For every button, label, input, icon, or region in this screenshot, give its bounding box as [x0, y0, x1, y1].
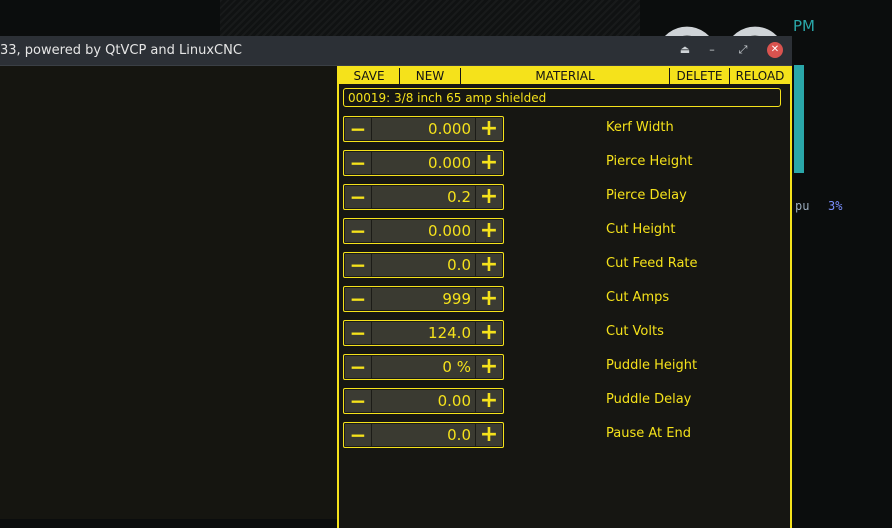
window-title: 33, powered by QtVCP and LinuxCNC	[0, 43, 242, 58]
param-row-puddle-height: − 0 % + Puddle Height	[343, 354, 788, 380]
param-row-kerf-width: − 0.000 + Kerf Width	[343, 116, 788, 142]
desktop-widget-bar	[794, 65, 804, 173]
puddle-height-value[interactable]: 0 %	[372, 356, 475, 378]
minus-icon[interactable]: −	[345, 152, 371, 174]
window-titlebar[interactable]: 33, powered by QtVCP and LinuxCNC ⏏ – ⤢ …	[0, 36, 792, 66]
plus-icon[interactable]: +	[476, 356, 502, 378]
kerf-width-spinbox: − 0.000 +	[343, 116, 504, 142]
pierce-delay-label: Pierce Delay	[606, 188, 687, 203]
minus-icon[interactable]: −	[345, 356, 371, 378]
desktop-texture	[220, 0, 640, 40]
plus-icon[interactable]: +	[476, 254, 502, 276]
param-row-pause-at-end: − 0.0 + Pause At End	[343, 422, 788, 448]
cut-amps-value[interactable]: 999	[372, 288, 475, 310]
desktop-cpu-value: 3%	[828, 199, 843, 213]
param-row-pierce-delay: − 0.2 + Pierce Delay	[343, 184, 788, 210]
cut-amps-label: Cut Amps	[606, 290, 670, 305]
minimize-icon[interactable]: –	[704, 42, 720, 58]
reload-button[interactable]: RELOAD	[730, 68, 790, 84]
minus-icon[interactable]: −	[345, 254, 371, 276]
plus-icon[interactable]: +	[476, 288, 502, 310]
minus-icon[interactable]: −	[345, 288, 371, 310]
kerf-width-value[interactable]: 0.000	[372, 118, 475, 140]
pierce-delay-spinbox: − 0.2 +	[343, 184, 504, 210]
param-row-cut-amps: − 999 + Cut Amps	[343, 286, 788, 312]
minus-icon[interactable]: −	[345, 186, 371, 208]
plus-icon[interactable]: +	[476, 186, 502, 208]
cut-height-value[interactable]: 0.000	[372, 220, 475, 242]
desktop-clock-ampm: PM	[793, 17, 815, 35]
cut-height-label: Cut Height	[606, 222, 676, 237]
pierce-height-value[interactable]: 0.000	[372, 152, 475, 174]
pierce-height-label: Pierce Height	[606, 154, 693, 169]
plus-icon[interactable]: +	[476, 390, 502, 412]
cut-volts-value[interactable]: 124.0	[372, 322, 475, 344]
plus-icon[interactable]: +	[476, 322, 502, 344]
delete-button[interactable]: DELETE	[670, 68, 730, 84]
cut-volts-spinbox: − 124.0 +	[343, 320, 504, 346]
puddle-height-spinbox: − 0 % +	[343, 354, 504, 380]
save-button[interactable]: SAVE	[339, 68, 400, 84]
cut-feed-rate-spinbox: − 0.0 +	[343, 252, 504, 278]
puddle-height-label: Puddle Height	[606, 358, 698, 373]
minus-icon[interactable]: −	[345, 390, 371, 412]
minus-icon[interactable]: −	[345, 424, 371, 446]
plus-icon[interactable]: +	[476, 220, 502, 242]
plus-icon[interactable]: +	[476, 424, 502, 446]
param-row-puddle-delay: − 0.00 + Puddle Delay	[343, 388, 788, 414]
pause-at-end-spinbox: − 0.0 +	[343, 422, 504, 448]
close-icon[interactable]: ✕	[767, 42, 783, 58]
pause-at-end-value[interactable]: 0.0	[372, 424, 475, 446]
pierce-delay-value[interactable]: 0.2	[372, 186, 475, 208]
shade-icon[interactable]: ⏏	[677, 42, 693, 58]
qtvcp-window: 33, powered by QtVCP and LinuxCNC ⏏ – ⤢ …	[0, 36, 792, 528]
cut-feed-rate-value[interactable]: 0.0	[372, 254, 475, 276]
desktop-cpu-label: pu	[795, 199, 810, 213]
param-row-cut-height: − 0.000 + Cut Height	[343, 218, 788, 244]
plus-icon[interactable]: +	[476, 118, 502, 140]
cut-volts-label: Cut Volts	[606, 324, 664, 339]
material-editor-panel: SAVE NEW MATERIAL DELETE RELOAD 00019: 3…	[337, 66, 792, 528]
material-selector[interactable]: 00019: 3/8 inch 65 amp shielded	[343, 88, 781, 107]
cut-amps-spinbox: − 999 +	[343, 286, 504, 312]
minus-icon[interactable]: −	[345, 220, 371, 242]
param-row-pierce-height: − 0.000 + Pierce Height	[343, 150, 788, 176]
plus-icon[interactable]: +	[476, 152, 502, 174]
param-row-cut-volts: − 124.0 + Cut Volts	[343, 320, 788, 346]
material-toolbar: SAVE NEW MATERIAL DELETE RELOAD	[339, 68, 790, 84]
minus-icon[interactable]: −	[345, 118, 371, 140]
pause-at-end-label: Pause At End	[606, 426, 691, 441]
cut-feed-rate-label: Cut Feed Rate	[606, 256, 698, 271]
puddle-delay-value[interactable]: 0.00	[372, 390, 475, 412]
minus-icon[interactable]: −	[345, 322, 371, 344]
cut-height-spinbox: − 0.000 +	[343, 218, 504, 244]
new-button[interactable]: NEW	[400, 68, 461, 84]
puddle-delay-label: Puddle Delay	[606, 392, 692, 407]
pierce-height-spinbox: − 0.000 +	[343, 150, 504, 176]
kerf-width-label: Kerf Width	[606, 120, 674, 135]
puddle-delay-spinbox: − 0.00 +	[343, 388, 504, 414]
param-row-cut-feed-rate: − 0.0 + Cut Feed Rate	[343, 252, 788, 278]
material-button[interactable]: MATERIAL	[461, 68, 670, 84]
maximize-icon[interactable]: ⤢	[735, 42, 751, 58]
